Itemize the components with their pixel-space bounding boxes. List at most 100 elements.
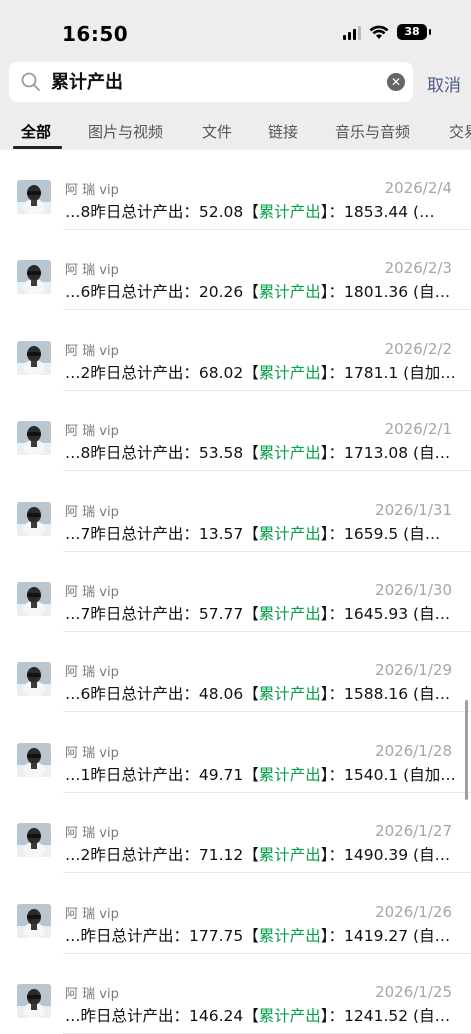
message-date: 2026/1/28: [375, 741, 452, 760]
snippet-prefix: …昨日总计产出：146.24【: [65, 1007, 259, 1025]
active-tab-indicator: [13, 146, 62, 149]
list-item[interactable]: 阿 瑞 vip 2026/2/1 …8昨日总计产出：53.58【累计产出】：1713…: [0, 391, 471, 472]
message-date: 2026/1/30: [375, 581, 452, 599]
list-item[interactable]: 阿 瑞 vip 2026/1/30 …7昨日总计产出：57.77【累计产出】：164…: [0, 552, 471, 632]
snippet-prefix: …2昨日总计产出：68.02【: [65, 363, 259, 382]
avatar: [17, 260, 51, 295]
tab-files[interactable]: 文件: [202, 121, 232, 142]
filter-tabs: 全部 图片与视频 文件 链接 音乐与音频 交易: [0, 108, 471, 150]
avatar: [17, 421, 51, 456]
tab-media[interactable]: 图片与视频: [88, 121, 163, 142]
snippet-prefix: …2昨日总计产出：71.12【: [65, 846, 259, 865]
avatar: [17, 662, 51, 697]
snippet-suffix: 】：1540.1 (自加…: [320, 765, 456, 784]
message-snippet: …7昨日总计产出：57.77【累计产出】：1645.93 (自…: [65, 602, 450, 624]
message-date: 2026/1/25: [375, 983, 452, 1001]
sender-name: 阿 瑞 vip: [65, 183, 119, 198]
sender-name: 阿 瑞 vip: [65, 263, 119, 279]
message-snippet: …2昨日总计产出：71.12【累计产出】：1490.39 (自…: [65, 843, 450, 865]
keyword-highlight: 累计产出: [258, 203, 321, 221]
search-bar: ✕: [0, 60, 471, 108]
status-time: 16:50: [62, 22, 129, 46]
search-icon: [21, 72, 40, 91]
sender-name: 阿 瑞 vip: [65, 906, 119, 922]
cellular-signal-icon: [343, 24, 361, 40]
snippet-prefix: …1昨日总计产出：49.71【: [65, 765, 259, 784]
sender-name: 阿 瑞 vip: [65, 826, 119, 842]
avatar: [17, 582, 51, 616]
list-item[interactable]: 阿 瑞 vip 2026/2/4 …8昨日总计产出：52.08【累计产出】：1853…: [0, 150, 471, 230]
avatar: [17, 823, 51, 858]
message-date: 2026/1/31: [375, 500, 452, 519]
list-item[interactable]: 阿 瑞 vip 2026/1/26 …昨日总计产出：177.75【累计产出】：141…: [0, 874, 471, 954]
list-item[interactable]: 阿 瑞 vip 2026/2/3 …6昨日总计产出：20.26【累计产出】：1801…: [0, 230, 471, 311]
avatar: [17, 180, 51, 214]
tab-links[interactable]: 链接: [268, 121, 298, 142]
snippet-suffix: 】：1490.39 (自…: [320, 846, 451, 865]
message-snippet: …昨日总计产出：177.75【累计产出】：1419.27 (自…: [65, 924, 450, 946]
message-date: 2026/2/3: [384, 259, 452, 278]
wifi-icon: [369, 25, 389, 39]
sender-name: 阿 瑞 vip: [65, 424, 119, 440]
sender-name: 阿 瑞 vip: [65, 343, 119, 359]
tab-all[interactable]: 全部: [21, 121, 51, 142]
snippet-suffix: 】：1853.44 (…: [320, 203, 435, 221]
sender-name: 阿 瑞 vip: [65, 585, 119, 600]
sender-name: 阿 瑞 vip: [65, 665, 119, 681]
battery-icon: 38: [397, 24, 431, 40]
message-date: 2026/1/26: [375, 902, 452, 921]
list-item[interactable]: 阿 瑞 vip 2026/1/25 …昨日总计产出：146.24【累计产出】：124…: [0, 954, 471, 1034]
sender-name: 阿 瑞 vip: [65, 745, 119, 761]
list-item[interactable]: 阿 瑞 vip 2026/1/31 …7昨日总计产出：13.57【累计产出】：165…: [0, 472, 471, 552]
message-date: 2026/1/27: [375, 822, 452, 841]
search-input[interactable]: [49, 62, 373, 104]
status-bar: 16:50 38: [0, 0, 471, 60]
snippet-suffix: 】：1645.93 (自…: [320, 605, 451, 623]
keyword-highlight: 累计产出: [258, 846, 321, 865]
snippet-prefix: …7昨日总计产出：57.77【: [65, 605, 259, 623]
snippet-prefix: …8昨日总计产出：53.58【: [65, 444, 259, 463]
snippet-suffix: 】：1781.1 (自加…: [320, 363, 456, 382]
message-date: 2026/2/2: [384, 339, 452, 358]
message-snippet: …8昨日总计产出：52.08【累计产出】：1853.44 (…: [65, 200, 435, 222]
message-snippet: …2昨日总计产出：68.02【累计产出】：1781.1 (自加…: [65, 361, 456, 383]
keyword-highlight: 累计产出: [258, 283, 321, 302]
tab-transactions[interactable]: 交易: [449, 121, 471, 142]
message-snippet: …8昨日总计产出：53.58【累计产出】：1713.08 (自…: [65, 441, 450, 463]
snippet-prefix: …6昨日总计产出：48.06【: [65, 685, 259, 704]
message-snippet: …6昨日总计产出：48.06【累计产出】：1588.16 (自…: [65, 682, 450, 704]
tab-music[interactable]: 音乐与音频: [335, 121, 410, 142]
keyword-highlight: 累计产出: [258, 685, 321, 704]
search-box[interactable]: ✕: [9, 62, 413, 104]
message-snippet: …1昨日总计产出：49.71【累计产出】：1540.1 (自加…: [65, 763, 456, 785]
keyword-highlight: 累计产出: [258, 926, 321, 945]
message-snippet: …6昨日总计产出：20.26【累计产出】：1801.36 (自…: [65, 280, 450, 302]
message-snippet: …7昨日总计产出：13.57【累计产出】：1659.5 (自…: [65, 522, 440, 544]
list-item[interactable]: 阿 瑞 vip 2026/2/2 …2昨日总计产出：68.02【累计产出】：1781…: [0, 311, 471, 391]
clear-icon[interactable]: ✕: [387, 73, 405, 91]
status-icons: 38: [343, 24, 431, 40]
keyword-highlight: 累计产出: [258, 1007, 321, 1025]
snippet-prefix: …6昨日总计产出：20.26【: [65, 283, 259, 302]
cancel-button[interactable]: 取消: [427, 71, 461, 96]
list-item[interactable]: 阿 瑞 vip 2026/1/27 …2昨日总计产出：71.12【累计产出】：149…: [0, 793, 471, 874]
scrollbar[interactable]: [465, 700, 468, 800]
avatar: [17, 340, 51, 375]
snippet-suffix: 】：1659.5 (自…: [320, 524, 441, 543]
list-item[interactable]: 阿 瑞 vip 2026/1/29 …6昨日总计产出：48.06【累计产出】：158…: [0, 632, 471, 713]
avatar: [17, 501, 51, 536]
avatar: [17, 984, 51, 1018]
message-date: 2026/2/4: [384, 179, 452, 197]
snippet-suffix: 】：1801.36 (自…: [320, 283, 451, 302]
avatar: [17, 742, 51, 777]
keyword-highlight: 累计产出: [258, 363, 321, 382]
snippet-suffix: 】：1588.16 (自…: [320, 685, 451, 704]
sender-name: 阿 瑞 vip: [65, 987, 119, 1002]
sender-name: 阿 瑞 vip: [65, 504, 119, 520]
snippet-suffix: 】：1419.27 (自…: [320, 926, 451, 945]
message-snippet: …昨日总计产出：146.24【累计产出】：1241.52 (自…: [65, 1004, 450, 1026]
list-item[interactable]: 阿 瑞 vip 2026/1/28 …1昨日总计产出：49.71【累计产出】：154…: [0, 713, 471, 793]
snippet-prefix: …7昨日总计产出：13.57【: [65, 524, 259, 543]
keyword-highlight: 累计产出: [258, 444, 321, 463]
keyword-highlight: 累计产出: [258, 524, 321, 543]
